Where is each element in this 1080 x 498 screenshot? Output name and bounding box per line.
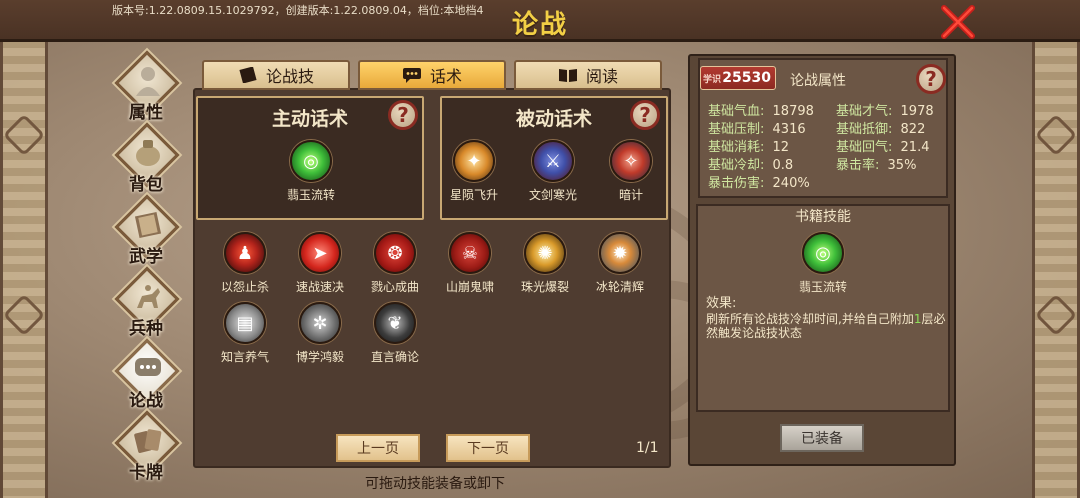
jade-swirl-icon: ◎: [290, 140, 332, 182]
cavalry-icon: [137, 285, 160, 308]
equipped-passive-skill[interactable]: ⚔ 文剑寒光: [516, 140, 590, 203]
effect-label: 效果:: [706, 296, 737, 311]
equipped-passive-skill[interactable]: ✧ 暗计: [594, 140, 668, 203]
knowledge-tag: 学识: [703, 75, 722, 85]
skill-pool-item[interactable]: ☠ 山崩鬼啸: [433, 232, 507, 295]
scholar-wheel-icon: ✲: [299, 302, 341, 344]
equipped-active-skill[interactable]: ◎ 翡玉流转: [274, 140, 348, 203]
effect-description: 刷新所有论战技冷却时间,并给自己附加1层必然触发论战技状态: [706, 312, 946, 340]
skill-name: 冰轮清辉: [595, 280, 644, 294]
tab-label: 论战技: [265, 67, 314, 86]
stat-row: 基础冷却: 0.8: [708, 158, 794, 173]
nav-label: 武学: [129, 247, 163, 267]
attributes-title: 论战属性: [790, 73, 846, 89]
help-icon[interactable]: ?: [630, 100, 660, 130]
knowledge-badge: 学识 25530: [700, 66, 776, 90]
quick-battle-icon: ➤: [299, 232, 341, 274]
book-icon: [239, 67, 257, 83]
skill-name: 文剑寒光: [528, 188, 577, 202]
skill-name: 速战速决: [295, 280, 344, 294]
stat-row: 暴击伤害: 240%: [708, 176, 810, 191]
bag-icon: [136, 140, 160, 166]
skill-pool-item[interactable]: ▤ 知言养气: [208, 302, 282, 365]
right-border-decoration: [1032, 0, 1080, 498]
skill-name: 翡玉流转: [798, 280, 847, 294]
close-x-icon[interactable]: [938, 4, 978, 40]
nav-label: 属性: [129, 103, 163, 123]
person-icon: [136, 67, 160, 96]
nav-label: 背包: [129, 175, 163, 195]
skill-name: 星陨飞升: [449, 188, 498, 202]
direct-speech-icon: ❦: [374, 302, 416, 344]
tab-debate-skills[interactable]: 论战技: [202, 60, 350, 90]
book-icon: [134, 211, 162, 239]
left-border-decoration: [0, 0, 48, 498]
ice-wheel-icon: ✹: [599, 232, 641, 274]
stat-row: 基础气血: 18798: [708, 104, 814, 119]
skill-name: 戮心成曲: [370, 280, 419, 294]
equipped-button[interactable]: 已装备: [780, 424, 864, 452]
skill-name: 暗计: [618, 188, 643, 202]
sword-light-icon: ⚔: [532, 140, 574, 182]
skill-pool-item[interactable]: ✲ 博学鸿毅: [283, 302, 357, 365]
skill-name: 山崩鬼啸: [445, 280, 494, 294]
open-book-icon: [558, 69, 577, 82]
skill-pool-item[interactable]: ✹ 冰轮清辉: [583, 232, 657, 295]
scheme-icon: ✧: [610, 140, 652, 182]
book-skill-title: 书籍技能: [795, 209, 851, 225]
nav-item-debate[interactable]: 论战: [112, 338, 180, 411]
skill-name: 珠光爆裂: [520, 280, 569, 294]
tab-rhetoric[interactable]: 话术: [358, 60, 506, 90]
jade-swirl-icon: ◎: [802, 232, 844, 274]
skill-pool-item[interactable]: ➤ 速战速决: [283, 232, 357, 295]
chat-icon: [402, 68, 421, 83]
page-title: 论战: [511, 10, 568, 40]
skill-pool-item[interactable]: ✺ 珠光爆裂: [508, 232, 582, 295]
skill-name: 博学鸿毅: [295, 350, 344, 364]
tab-label: 话术: [429, 67, 462, 86]
top-bar: 版本号:1.22.0809.15.1029792，创建版本:1.22.0809.…: [0, 0, 1080, 42]
nav-item-troops[interactable]: 兵种: [112, 266, 180, 339]
stat-row: 基础才气: 1978: [836, 104, 934, 119]
pearl-burst-icon: ✺: [524, 232, 566, 274]
skill-name: 知言养气: [220, 350, 269, 364]
nav-item-cards[interactable]: 卡牌: [112, 410, 180, 483]
skill-pool-item[interactable]: ♟ 以怨止杀: [208, 232, 282, 295]
tab-label: 阅读: [585, 67, 618, 86]
nav-item-martial[interactable]: 武学: [112, 194, 180, 267]
equipped-passive-skill[interactable]: ✦ 星陨飞升: [437, 140, 511, 203]
drag-hint: 可拖动技能装备或卸下: [365, 476, 505, 492]
nav-label: 兵种: [129, 319, 163, 339]
skill-name: 翡玉流转: [286, 188, 335, 202]
nav-item-attributes[interactable]: 属性: [112, 50, 180, 123]
page-indicator: 1/1: [636, 440, 659, 456]
tab-reading[interactable]: 阅读: [514, 60, 662, 90]
stat-row: 暴击率: 35%: [836, 158, 917, 173]
nav-label: 论战: [129, 391, 163, 411]
prev-page-button[interactable]: 上一页: [336, 434, 420, 462]
help-icon[interactable]: ?: [388, 100, 418, 130]
next-page-button[interactable]: 下一页: [446, 434, 530, 462]
book-qi-icon: ▤: [224, 302, 266, 344]
cards-icon: [134, 429, 162, 453]
skill-name: 直言确论: [370, 350, 419, 364]
nav-item-bag[interactable]: 背包: [112, 122, 180, 195]
grudge-icon: ♟: [224, 232, 266, 274]
heart-song-icon: ❂: [374, 232, 416, 274]
stat-row: 基础回气: 21.4: [836, 140, 930, 155]
meteor-rise-icon: ✦: [453, 140, 495, 182]
stat-row: 基础压制: 4316: [708, 122, 806, 137]
skill-pool-item[interactable]: ❂ 戮心成曲: [358, 232, 432, 295]
skill-pool-item[interactable]: ❦ 直言确论: [358, 302, 432, 365]
skill-name: 以怨止杀: [220, 280, 269, 294]
book-skill: ◎ 翡玉流转: [786, 232, 860, 295]
stat-row: 基础消耗: 12: [708, 140, 790, 155]
help-icon[interactable]: ?: [916, 64, 946, 94]
chat-bubble-icon: [135, 358, 161, 376]
stat-row: 基础抵御: 822: [836, 122, 926, 137]
mountain-howl-icon: ☠: [449, 232, 491, 274]
knowledge-value: 25530: [722, 70, 771, 86]
